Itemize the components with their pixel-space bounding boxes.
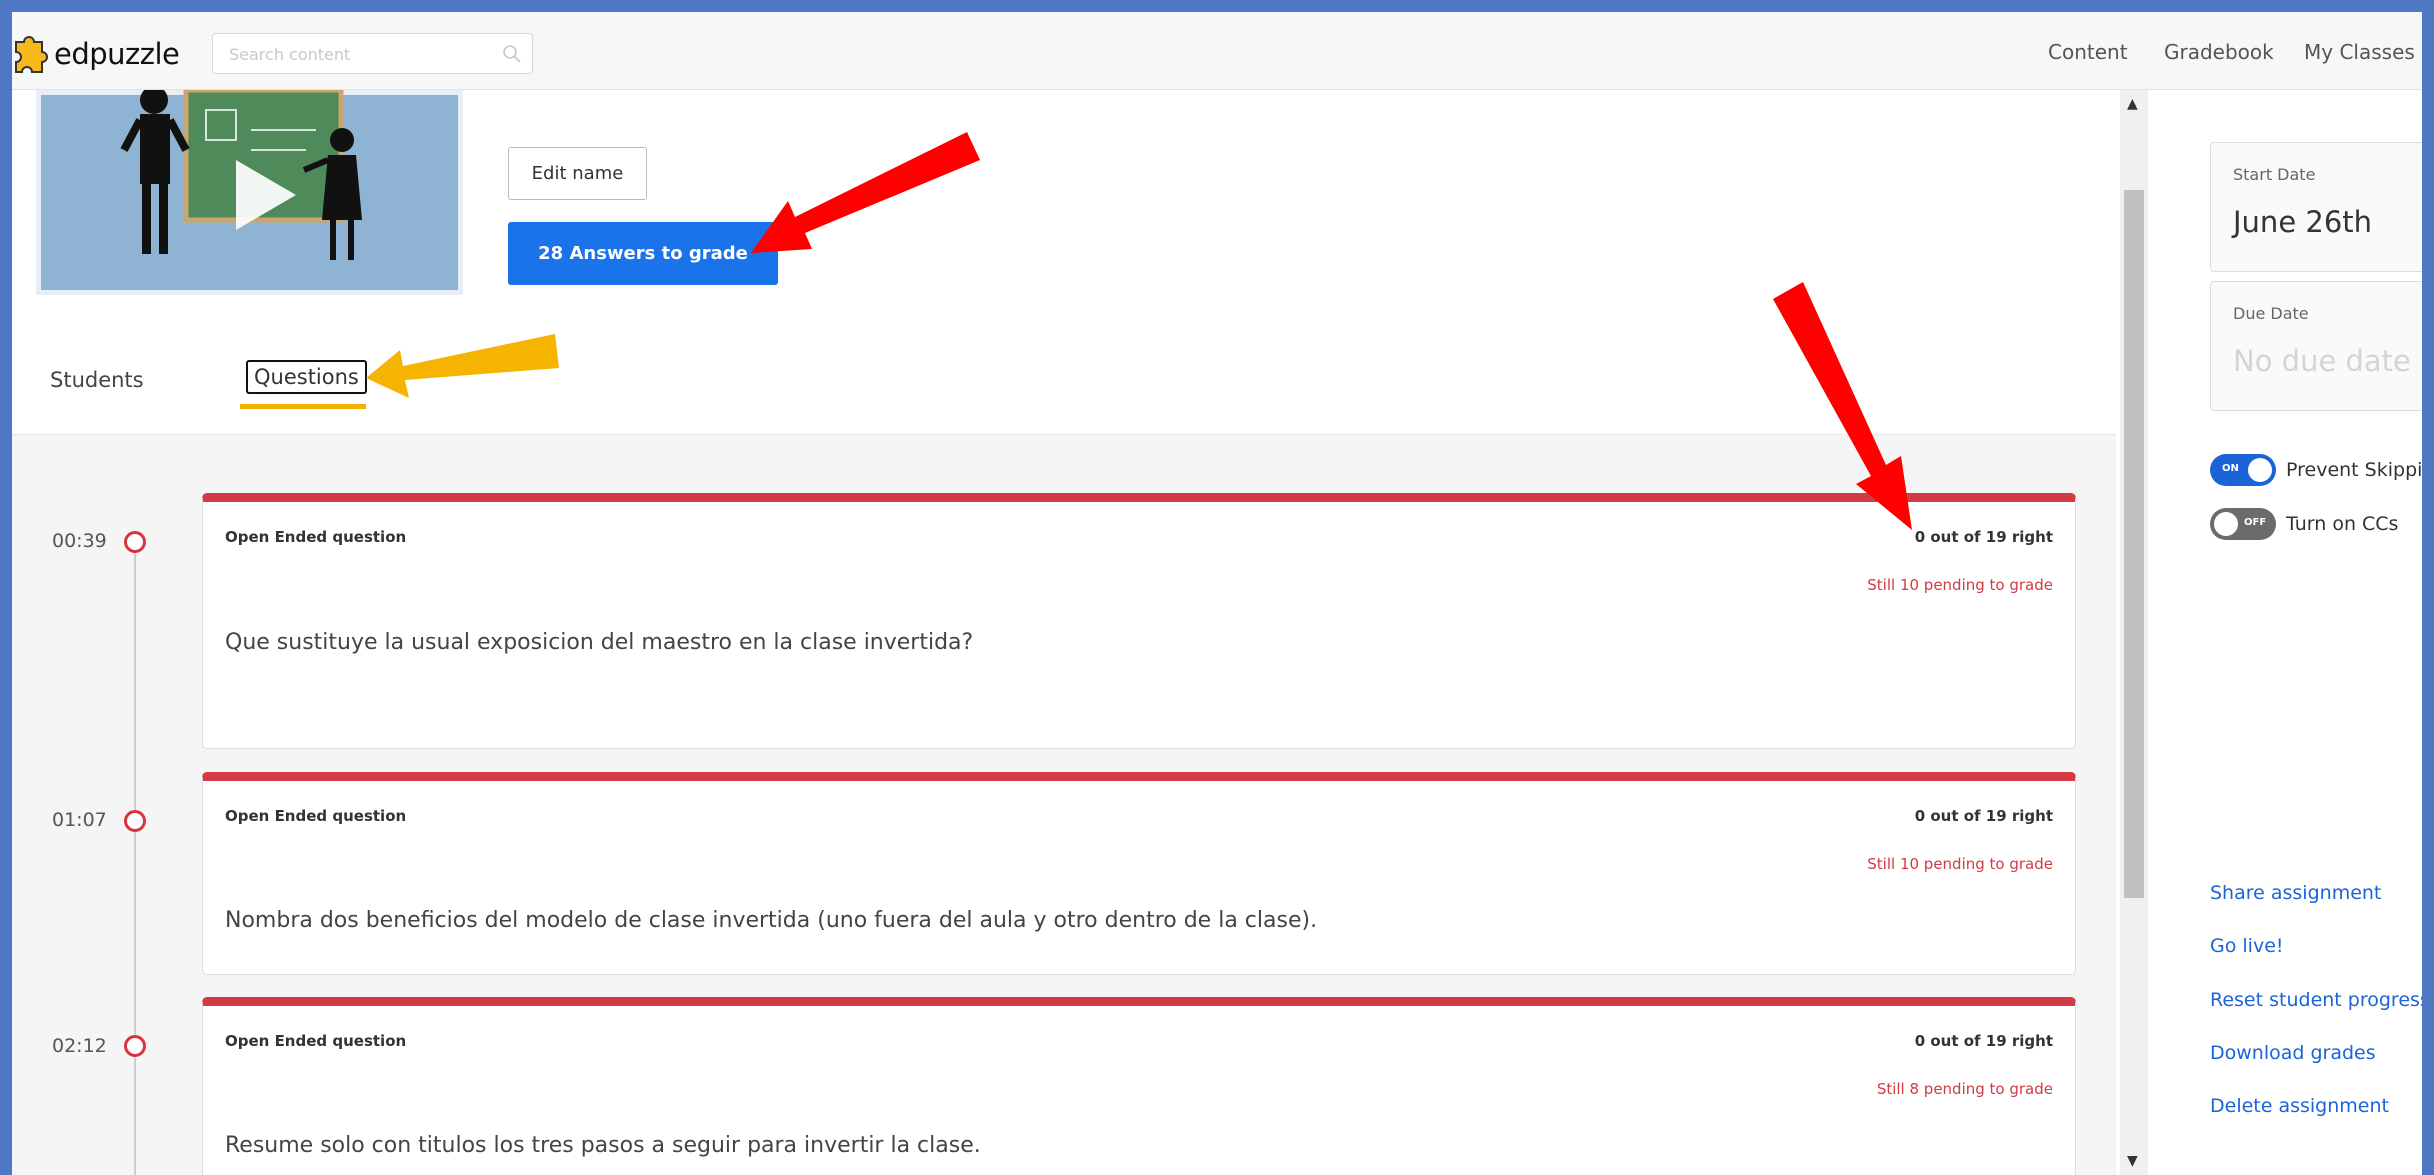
go-live-link[interactable]: Go live! (2210, 935, 2284, 957)
due-date-label: Due Date (2233, 304, 2309, 323)
question-text: Nombra dos beneficios del modelo de clas… (225, 908, 1318, 933)
pending-grade-link[interactable]: Still 8 pending to grade (1877, 1080, 2053, 1098)
logo-text: edpuzzle (54, 37, 180, 71)
search-input[interactable] (229, 42, 489, 66)
toggle-knob (2214, 512, 2238, 536)
question-card[interactable]: Open Ended question 0 out of 19 right St… (202, 493, 2076, 749)
edpuzzle-logo[interactable]: edpuzzle (12, 32, 180, 76)
answers-to-grade-button[interactable]: 28 Answers to grade (508, 222, 778, 285)
start-date-field[interactable]: Start Date June 26th (2210, 142, 2422, 272)
timeline-line (134, 537, 136, 1175)
prevent-skipping-label: Prevent Skipping (2286, 459, 2422, 481)
question-type: Open Ended question (225, 1032, 407, 1050)
question-time: 01:07 (52, 809, 107, 831)
active-tab-indicator (240, 404, 366, 409)
pending-grade-link[interactable]: Still 10 pending to grade (1867, 576, 2053, 594)
assignment-settings-panel: Start Date June 26th Due Date No due dat… (2148, 90, 2422, 1175)
start-date-label: Start Date (2233, 165, 2316, 184)
reset-student-progress-link[interactable]: Reset student progress (2210, 989, 2422, 1011)
app-window: edpuzzle Content Gradebook My Classes (12, 12, 2422, 1175)
questions-list: 00:39 Open Ended question 0 out of 19 ri… (12, 434, 2116, 1175)
start-date-value: June 26th (2233, 205, 2373, 239)
timeline-marker[interactable] (124, 1035, 146, 1057)
closed-captions-row: OFF Turn on CCs (2210, 508, 2398, 540)
toggle-state-text: OFF (2244, 517, 2267, 528)
prevent-skipping-toggle[interactable]: ON (2210, 454, 2276, 486)
edit-name-button[interactable]: Edit name (508, 147, 647, 200)
due-date-field[interactable]: Due Date No due date (2210, 281, 2422, 411)
search-icon[interactable] (502, 44, 522, 64)
tab-students[interactable]: Students (50, 368, 144, 392)
nav-my-classes[interactable]: My Classes (2304, 40, 2415, 64)
classroom-illustration (36, 90, 463, 295)
nav-content[interactable]: Content (2048, 40, 2128, 64)
question-type: Open Ended question (225, 528, 407, 546)
question-time: 02:12 (52, 1035, 107, 1057)
share-assignment-link[interactable]: Share assignment (2210, 882, 2381, 904)
toggle-state-text: ON (2222, 463, 2239, 474)
question-text: Resume solo con titulos los tres pasos a… (225, 1133, 981, 1158)
tab-questions[interactable]: Questions (246, 360, 367, 394)
top-navigation-bar: edpuzzle Content Gradebook My Classes (12, 12, 2422, 90)
scroll-down-arrow-icon[interactable]: ▼ (2127, 1153, 2138, 1169)
question-card[interactable]: Open Ended question 0 out of 19 right St… (202, 772, 2076, 975)
closed-captions-toggle[interactable]: OFF (2210, 508, 2276, 540)
vertical-scrollbar[interactable]: ▲ ▼ (2120, 90, 2148, 1175)
pending-grade-link[interactable]: Still 10 pending to grade (1867, 855, 2053, 873)
delete-assignment-link[interactable]: Delete assignment (2210, 1095, 2389, 1117)
question-score: 0 out of 19 right (1914, 807, 2053, 825)
video-thumbnail[interactable] (36, 90, 463, 295)
scroll-up-arrow-icon[interactable]: ▲ (2127, 96, 2138, 112)
question-score: 0 out of 19 right (1914, 1032, 2053, 1050)
question-type: Open Ended question (225, 807, 407, 825)
toggle-knob (2248, 458, 2272, 482)
closed-captions-label: Turn on CCs (2286, 513, 2399, 535)
timeline-marker[interactable] (124, 531, 146, 553)
question-time: 00:39 (52, 530, 107, 552)
scrollbar-thumb[interactable] (2124, 190, 2144, 898)
puzzle-piece-icon (15, 36, 48, 73)
search-box[interactable] (212, 33, 533, 74)
question-score: 0 out of 19 right (1914, 528, 2053, 546)
download-grades-link[interactable]: Download grades (2210, 1042, 2376, 1064)
question-card[interactable]: Open Ended question 0 out of 19 right St… (202, 997, 2076, 1175)
prevent-skipping-row: ON Prevent Skipping (2210, 454, 2422, 486)
timeline-marker[interactable] (124, 810, 146, 832)
due-date-value: No due date (2233, 344, 2411, 378)
nav-gradebook[interactable]: Gradebook (2164, 40, 2274, 64)
question-text: Que sustituye la usual exposicion del ma… (225, 630, 974, 655)
